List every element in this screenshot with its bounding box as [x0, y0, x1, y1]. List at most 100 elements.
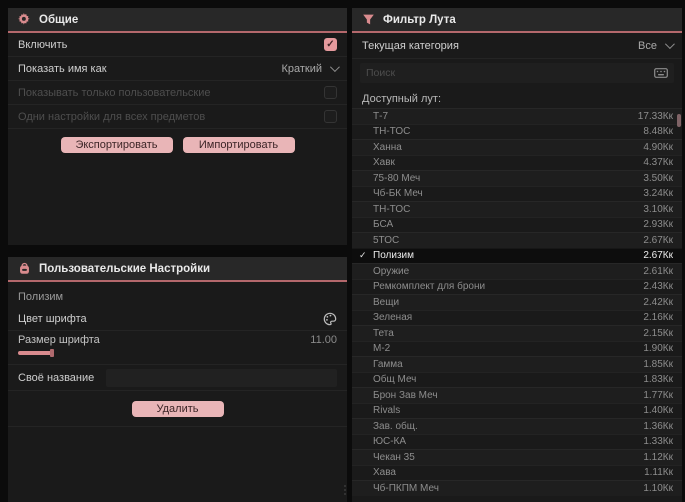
- loot-item-value: 1.77Кк: [643, 389, 673, 401]
- font-size-label: Размер шрифта: [18, 334, 100, 346]
- font-size-value: 11.00: [310, 334, 337, 346]
- loot-item-name: Rivals: [373, 405, 401, 417]
- loot-item-value: 2.15Кк: [643, 327, 673, 339]
- loot-item-value: 4.37Кк: [643, 157, 673, 169]
- loot-item-value: 2.42Кк: [643, 296, 673, 308]
- list-item[interactable]: Ремкомплект для брони 2.43Кк: [352, 278, 682, 295]
- splitter-handle[interactable]: [343, 485, 347, 499]
- list-item[interactable]: Чекан 35 1.12Кк: [352, 449, 682, 465]
- list-item[interactable]: 5ТОС 2.67Кк: [352, 232, 682, 248]
- loot-item-value: 1.90Кк: [643, 343, 673, 355]
- loot-item-name: Оружие: [373, 265, 410, 277]
- show-name-row: Показать имя как Краткий: [8, 57, 347, 81]
- category-label: Текущая категория: [362, 39, 459, 52]
- list-item[interactable]: Хава 1.11Кк: [352, 464, 682, 481]
- chevron-down-icon: [329, 62, 340, 73]
- category-dropdown[interactable]: Все: [638, 39, 675, 52]
- selected-item-name: Полизим: [18, 291, 64, 303]
- export-button[interactable]: Экспортировать: [60, 137, 173, 153]
- loot-item-value: 1.11Кк: [644, 467, 673, 479]
- keyboard-icon[interactable]: [654, 68, 668, 78]
- list-item[interactable]: Т-7 17.33Кк: [352, 108, 682, 124]
- list-item[interactable]: Чб-ПКПМ Меч 1.10Кк: [352, 480, 682, 496]
- list-item[interactable]: Зеленая 2.16Кк: [352, 309, 682, 326]
- general-panel-header: Общие: [8, 8, 347, 33]
- search-field: [360, 63, 674, 83]
- loot-item-name: Зав. общ.: [373, 420, 418, 432]
- custom-name-label: Своё название: [18, 371, 95, 384]
- loot-item-name: Чб-ПКПМ Меч: [373, 482, 439, 494]
- list-item[interactable]: Оружие 2.61Кк: [352, 263, 682, 279]
- loot-item-value: 1.33Кк: [643, 436, 673, 448]
- custom-settings-title: Пользовательские Настройки: [39, 262, 211, 275]
- loot-item-value: 1.12Кк: [643, 451, 673, 463]
- loot-list: Т-7 17.33Кк ТН-ТОС 8.48Кк Ханна 4.90Кк Хавк 4.3…: [352, 108, 682, 496]
- list-item[interactable]: Ханна 4.90Кк: [352, 139, 682, 155]
- loot-item-value: 2.16Кк: [643, 312, 673, 324]
- search-input[interactable]: [366, 67, 648, 79]
- loot-item-name: Ремкомплект для брони: [373, 281, 486, 293]
- loot-item-value: 2.67Кк: [643, 250, 673, 262]
- loot-item-name: Т-7: [373, 110, 388, 122]
- only-custom-row: Показывать только пользовательские: [8, 81, 347, 105]
- loot-item-value: 8.48Кк: [643, 126, 673, 138]
- list-item[interactable]: Зав. общ. 1.36Кк: [352, 418, 682, 434]
- loot-filter-title: Фильтр Лута: [383, 13, 456, 26]
- loot-item-name: Чекан 35: [373, 451, 415, 463]
- list-item[interactable]: ✓ Полизим 2.67Кк: [352, 247, 682, 263]
- loot-item-value: 1.36Кк: [643, 420, 673, 432]
- delete-row: Удалить: [8, 401, 347, 427]
- show-name-label: Показать имя как: [18, 62, 107, 75]
- palette-icon[interactable]: [323, 312, 337, 326]
- enable-label: Включить: [18, 38, 68, 51]
- scrollbar-thumb[interactable]: [677, 114, 681, 127]
- list-item[interactable]: Общ Меч 1.83Кк: [352, 371, 682, 388]
- enable-row: Включить ✓: [8, 33, 347, 57]
- loot-item-name: Хава: [373, 467, 396, 479]
- loot-item-name: Вещи: [373, 296, 400, 308]
- list-item[interactable]: ТН-ТОС 8.48Кк: [352, 123, 682, 140]
- list-item[interactable]: 75-80 Меч 3.50Кк: [352, 170, 682, 186]
- loot-filter-header: Фильтр Лута: [352, 8, 682, 33]
- only-custom-label: Показывать только пользовательские: [18, 86, 211, 99]
- list-item[interactable]: Тета 2.15Кк: [352, 325, 682, 341]
- list-item[interactable]: Гамма 1.85Кк: [352, 356, 682, 372]
- funnel-icon: [363, 14, 374, 25]
- delete-button[interactable]: Удалить: [131, 401, 224, 417]
- list-item[interactable]: М-2 1.90Кк: [352, 340, 682, 357]
- font-size-row: Размер шрифта 11.00: [8, 331, 347, 365]
- loot-item-value: 2.61Кк: [643, 265, 673, 277]
- slider-handle[interactable]: [50, 349, 54, 357]
- loot-item-value: 1.40Кк: [643, 405, 673, 417]
- loot-item-name: Полизим: [373, 250, 414, 262]
- list-item[interactable]: Брон Зав Меч 1.77Кк: [352, 387, 682, 403]
- font-size-slider[interactable]: [18, 349, 337, 357]
- list-item[interactable]: Хавк 4.37Кк: [352, 154, 682, 171]
- list-item[interactable]: Rivals 1.40Кк: [352, 402, 682, 419]
- same-settings-checkbox[interactable]: [324, 110, 337, 123]
- list-item[interactable]: ЮС-КА 1.33Кк: [352, 433, 682, 450]
- loot-item-name: БСА: [373, 219, 394, 231]
- list-item[interactable]: БСА 2.93Кк: [352, 216, 682, 233]
- show-name-dropdown[interactable]: Краткий: [281, 62, 340, 75]
- general-panel: Общие Включить ✓ Показать имя как Кратки…: [8, 8, 347, 245]
- font-color-row: Цвет шрифта: [8, 307, 347, 331]
- import-button[interactable]: Импортировать: [182, 137, 295, 153]
- loot-item-value: 17.33Кк: [637, 110, 673, 122]
- enable-checkbox[interactable]: ✓: [324, 38, 337, 51]
- available-loot-label: Доступный лут:: [362, 93, 442, 105]
- show-name-value: Краткий: [281, 62, 322, 75]
- list-item[interactable]: Вещи 2.42Кк: [352, 294, 682, 310]
- slider-fill: [18, 351, 52, 355]
- only-custom-checkbox[interactable]: [324, 86, 337, 99]
- custom-name-row: Своё название: [8, 365, 347, 391]
- loot-item-name: Хавк: [373, 157, 395, 169]
- list-item[interactable]: ТН-ТОС 3.10Кк: [352, 201, 682, 217]
- export-import-row: Экспортировать Импортировать: [8, 137, 347, 153]
- loot-item-name: М-2: [373, 343, 391, 355]
- custom-name-input[interactable]: [106, 368, 337, 387]
- loot-item-value: 4.90Кк: [643, 141, 673, 153]
- list-item[interactable]: Чб-БК Меч 3.24Кк: [352, 185, 682, 202]
- loot-item-name: ЮС-КА: [373, 436, 407, 448]
- font-color-label: Цвет шрифта: [18, 312, 87, 325]
